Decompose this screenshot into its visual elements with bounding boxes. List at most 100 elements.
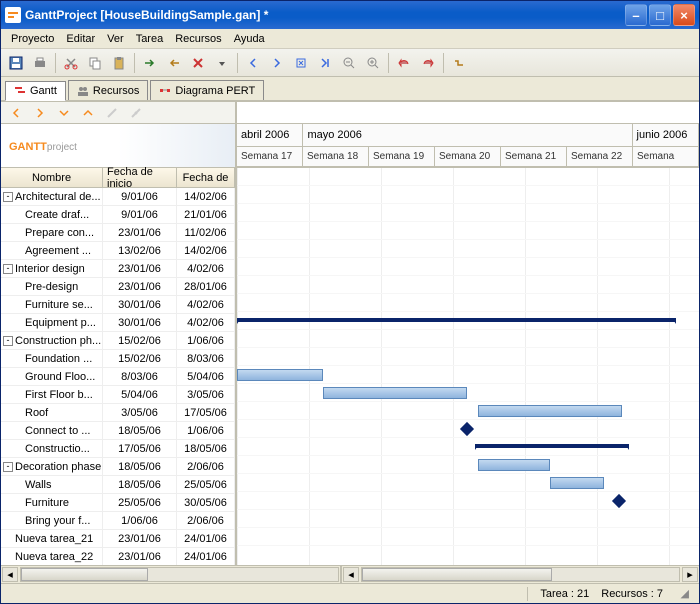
nav-next-icon[interactable] [266, 52, 288, 74]
table-row[interactable]: Walls18/05/0625/05/06 [1, 476, 235, 494]
table-row[interactable]: -Architectural de...9/01/0614/02/06 [1, 188, 235, 206]
table-row[interactable]: Connect to ...18/05/061/06/06 [1, 422, 235, 440]
task-end: 25/05/06 [177, 476, 235, 493]
tab-gantt-label: Gantt [30, 85, 57, 97]
hscroll-left-arrow[interactable]: ◂ [2, 567, 18, 582]
link-tool-icon[interactable] [101, 102, 123, 124]
print-icon[interactable] [29, 52, 51, 74]
hscroll-thumb-right[interactable] [362, 568, 552, 581]
task-start: 23/01/06 [103, 548, 177, 565]
gantt-bar[interactable] [550, 477, 604, 489]
hscroll-thumb-left[interactable] [21, 568, 148, 581]
table-row[interactable]: Nueva tarea_2223/01/0624/01/06 [1, 548, 235, 565]
table-row[interactable]: -Construction ph...15/02/061/06/06 [1, 332, 235, 350]
nav-back-icon[interactable] [5, 102, 27, 124]
col-name-header[interactable]: Nombre [1, 168, 103, 187]
menu-proyecto[interactable]: Proyecto [5, 31, 60, 47]
tab-pert[interactable]: Diagrama PERT [150, 80, 264, 100]
gantt-bar[interactable] [478, 405, 622, 417]
gantt-bar[interactable] [237, 369, 323, 381]
links-icon[interactable] [448, 52, 470, 74]
task-end: 2/06/06 [177, 458, 235, 475]
nav-end-icon[interactable] [314, 52, 336, 74]
redo-icon[interactable] [417, 52, 439, 74]
table-row[interactable]: Furniture se...30/01/064/02/06 [1, 296, 235, 314]
app-window: GanttProject [HouseBuildingSample.gan] *… [0, 0, 700, 604]
table-row[interactable]: Roof3/05/0617/05/06 [1, 404, 235, 422]
toolbar [1, 49, 699, 77]
resize-grip-icon[interactable]: ◢ [675, 585, 691, 602]
gantt-bar[interactable] [475, 444, 630, 448]
table-row[interactable]: Bring your f... 1/06/062/06/06 [1, 512, 235, 530]
table-row[interactable]: First Floor b...5/04/063/05/06 [1, 386, 235, 404]
paste-icon[interactable] [108, 52, 130, 74]
zoom-out-icon[interactable] [338, 52, 360, 74]
arrow-right-icon[interactable] [139, 52, 161, 74]
table-row[interactable]: -Decoration phase18/05/062/06/06 [1, 458, 235, 476]
nav-fwd-icon[interactable] [29, 102, 51, 124]
cut-icon[interactable] [60, 52, 82, 74]
expand-icon[interactable]: - [3, 336, 13, 346]
hscroll-track-right[interactable] [361, 567, 680, 582]
nav-down-icon[interactable] [53, 102, 75, 124]
task-start: 18/05/06 [103, 458, 177, 475]
gantt-bar[interactable] [478, 459, 550, 471]
task-name: Roof [25, 407, 48, 419]
close-button[interactable]: × [673, 4, 695, 26]
task-name: Connect to ... [25, 425, 90, 437]
table-row[interactable]: Foundation ...15/02/068/03/06 [1, 350, 235, 368]
task-start: 13/02/06 [103, 242, 177, 259]
nav-prev-icon[interactable] [242, 52, 264, 74]
status-tareas: Tarea : 21 [540, 588, 589, 600]
nav-today-icon[interactable] [290, 52, 312, 74]
month-cell: junio 2006 [633, 124, 699, 148]
task-start: 1/06/06 [103, 512, 177, 529]
delete-icon[interactable] [187, 52, 209, 74]
col-start-header[interactable]: Fecha de inicio [103, 168, 177, 187]
hscroll-track-left[interactable] [20, 567, 339, 582]
month-row: abril 2006mayo 2006junio 2006 [237, 124, 699, 148]
table-row[interactable]: Pre-design23/01/0628/01/06 [1, 278, 235, 296]
gantt-area[interactable] [237, 168, 699, 565]
expand-icon[interactable]: - [3, 264, 13, 274]
tab-gantt[interactable]: Gantt [5, 81, 66, 101]
table-row[interactable]: Ground Floo...8/03/065/04/06 [1, 368, 235, 386]
toolbar-separator [388, 53, 389, 73]
tab-recursos-label: Recursos [93, 85, 139, 97]
hscroll-right-arrow[interactable]: ▸ [682, 567, 698, 582]
menu-tarea[interactable]: Tarea [130, 31, 170, 47]
table-row[interactable]: Furniture25/05/0630/05/06 [1, 494, 235, 512]
task-end: 2/06/06 [177, 512, 235, 529]
nav-up-icon[interactable] [77, 102, 99, 124]
gantt-bar[interactable] [323, 387, 467, 399]
gantt-bar[interactable] [237, 318, 676, 322]
maximize-button[interactable]: □ [649, 4, 671, 26]
zoom-in-icon[interactable] [362, 52, 384, 74]
undo-icon[interactable] [393, 52, 415, 74]
table-row[interactable]: -Interior design23/01/064/02/06 [1, 260, 235, 278]
table-row[interactable]: Nueva tarea_2123/01/0624/01/06 [1, 530, 235, 548]
table-row[interactable]: Create draf...9/01/0621/01/06 [1, 206, 235, 224]
table-row[interactable]: Equipment p...30/01/064/02/06 [1, 314, 235, 332]
table-row[interactable]: Constructio...17/05/0618/05/06 [1, 440, 235, 458]
expand-icon[interactable]: - [3, 462, 13, 472]
dropdown-icon[interactable] [211, 52, 233, 74]
menu-ver[interactable]: Ver [101, 31, 130, 47]
save-icon[interactable] [5, 52, 27, 74]
col-end-header[interactable]: Fecha de [177, 168, 235, 187]
expand-icon[interactable]: - [3, 192, 13, 202]
task-start: 30/01/06 [103, 296, 177, 313]
hscroll-left-arrow-2[interactable]: ◂ [343, 567, 359, 582]
task-end: 24/01/06 [177, 548, 235, 565]
table-row[interactable]: Agreement ...13/02/0614/02/06 [1, 242, 235, 260]
minimize-button[interactable]: – [625, 4, 647, 26]
table-row[interactable]: Prepare con...23/01/0611/02/06 [1, 224, 235, 242]
menu-recursos[interactable]: Recursos [169, 31, 227, 47]
unlink-tool-icon[interactable] [125, 102, 147, 124]
copy-icon[interactable] [84, 52, 106, 74]
arrow-left-icon[interactable] [163, 52, 185, 74]
task-name: Bring your f... [25, 515, 90, 527]
menu-editar[interactable]: Editar [60, 31, 101, 47]
menu-ayuda[interactable]: Ayuda [228, 31, 271, 47]
tab-recursos[interactable]: Recursos [68, 80, 148, 100]
